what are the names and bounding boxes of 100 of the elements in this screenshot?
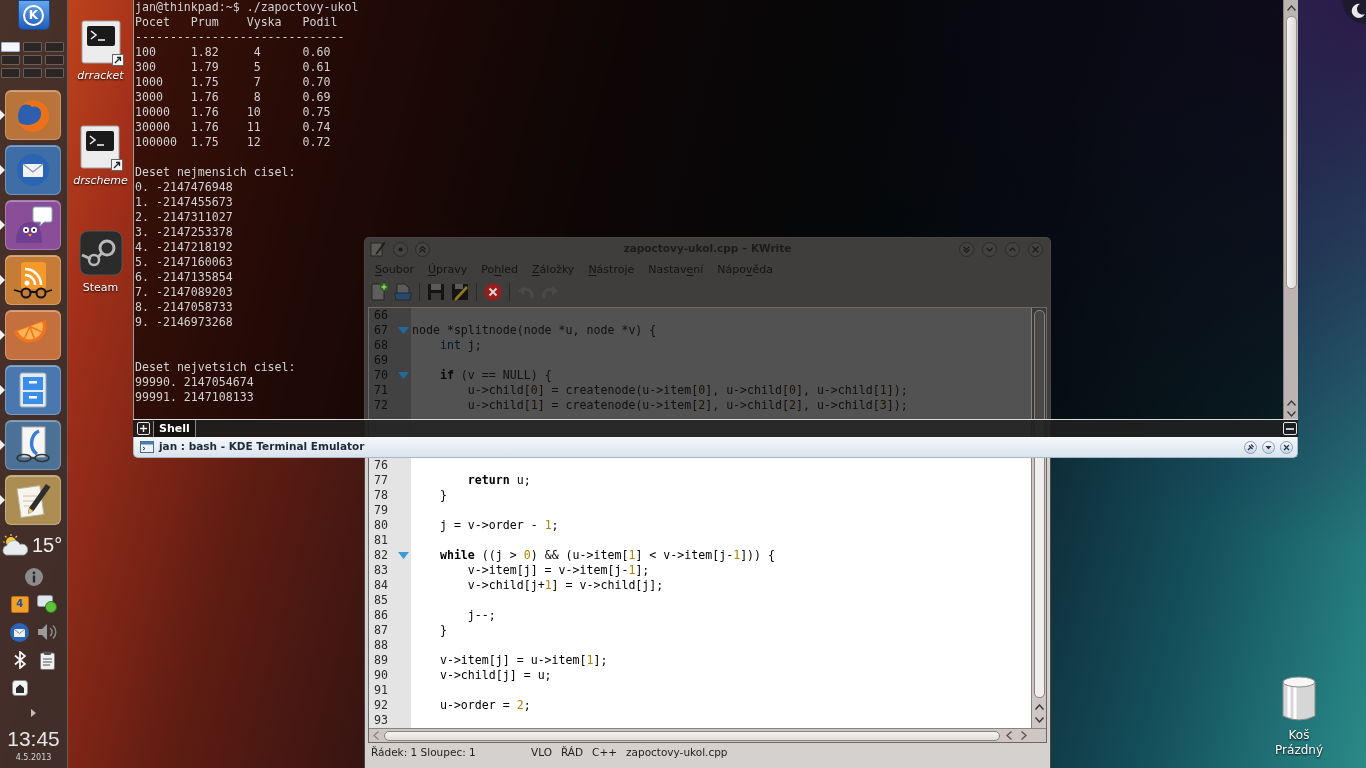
terminal-output-line: 3000 1.76 8 0.69 xyxy=(135,90,331,105)
cloud-sun-icon xyxy=(2,534,29,556)
line-number: 81 xyxy=(374,533,388,548)
fold-triangle-icon[interactable] xyxy=(398,552,409,559)
terminal-tab[interactable]: Shell xyxy=(154,420,196,437)
virtual-desktop[interactable] xyxy=(1,68,20,78)
trash-label: Koš xyxy=(1288,728,1310,743)
new-document-icon xyxy=(370,283,388,301)
line-number: 86 xyxy=(374,608,388,623)
code-line: while ((j > 0) && (u->item[1] < v->item[j-1])) { xyxy=(438,548,776,563)
info-icon[interactable] xyxy=(24,568,43,586)
chat-bubble-icon[interactable] xyxy=(37,595,58,613)
virtual-desktop[interactable] xyxy=(23,55,42,65)
terminal-output-line: 4. -2147218192 xyxy=(135,240,233,255)
mail-icon[interactable] xyxy=(10,622,30,642)
line-number: 77 xyxy=(374,473,388,488)
terminal-output-line: ------------------------------ xyxy=(135,30,345,45)
options-button[interactable] xyxy=(1262,440,1275,454)
code-line: u->child[1] = createnode(u->item[2], u->child[2], u->child[3]); xyxy=(466,398,908,413)
status-label: Řádek: 1 Sloupec: 1 xyxy=(371,744,477,760)
line-number: 82 xyxy=(374,548,388,563)
dot-icon xyxy=(397,245,404,253)
line-number: 78 xyxy=(374,488,388,503)
scrollbar-thumb[interactable] xyxy=(1285,16,1297,289)
terminal-output-line: 99990. 2147054674 xyxy=(135,375,254,390)
terminal-output-line: 10000 1.76 10 0.75 xyxy=(135,105,331,120)
bird-speech-bubble-icon xyxy=(13,205,53,245)
line-number: 89 xyxy=(374,653,388,668)
new-tab-button[interactable] xyxy=(137,422,150,435)
code-line: if (v == NULL) { xyxy=(438,368,552,383)
virtual-desktop[interactable] xyxy=(45,55,64,65)
status-label: C++ xyxy=(592,744,617,760)
virtual-desktop[interactable] xyxy=(23,68,42,78)
desktop-icon-label: drscheme xyxy=(73,174,128,187)
line-number: 85 xyxy=(374,593,388,608)
terminal-output-line: 100000 1.75 12 0.72 xyxy=(135,135,331,150)
code-line: v->item[j] = u->item[1]; xyxy=(438,653,608,668)
chevron-up-icon xyxy=(1009,245,1016,253)
expand-arrow-icon[interactable] xyxy=(31,709,36,717)
keep-open-button[interactable] xyxy=(1244,440,1257,454)
triangle-down-icon xyxy=(1265,443,1272,451)
document-glasses-icon xyxy=(13,425,53,465)
close-icon xyxy=(1283,443,1290,451)
close-button[interactable] xyxy=(1280,440,1293,454)
terminal-output-line: 2. -2147311027 xyxy=(135,210,233,225)
bluetooth-icon[interactable] xyxy=(13,651,26,669)
line-number: 79 xyxy=(374,503,388,518)
launcher-button[interactable] xyxy=(5,255,61,305)
desktop-icon-label: Steam xyxy=(82,281,119,294)
terminal-output-line: 7. -2147089203 xyxy=(135,285,233,300)
chevron-down-icon xyxy=(986,245,993,253)
circle-rod-logo-icon[interactable] xyxy=(78,230,123,276)
close-tab-button[interactable] xyxy=(1283,422,1297,435)
terminal-output-line: 100 1.82 4 0.60 xyxy=(135,45,331,60)
crescent-icon[interactable] xyxy=(1340,0,1366,24)
line-number: 76 xyxy=(374,458,388,473)
notepad-icon[interactable] xyxy=(370,241,386,257)
weather-temperature: 15° xyxy=(32,535,63,555)
speaker-icon[interactable] xyxy=(37,624,57,640)
code-line: return u; xyxy=(466,473,531,488)
terminal-output-line: Deset nejvetsich cisel: xyxy=(135,360,296,375)
terminal-output-line: 8. -2147058733 xyxy=(135,300,233,315)
launcher-button[interactable] xyxy=(5,475,61,525)
virtual-desktop[interactable] xyxy=(1,55,20,65)
trash-status: Prázdný xyxy=(1275,743,1323,758)
code-line: j--; xyxy=(466,608,496,623)
line-number: 83 xyxy=(374,563,388,578)
launcher-button[interactable] xyxy=(5,200,61,250)
launcher-button[interactable] xyxy=(5,420,61,470)
calendar-tray-button[interactable]: 4 xyxy=(10,595,29,613)
status-label: ŘÁD xyxy=(560,744,584,760)
terminal-output-line: 300 1.79 5 0.61 xyxy=(135,60,331,75)
line-number: 92 xyxy=(374,698,388,713)
code-line: v->child[j+1] = v->child[j]; xyxy=(466,578,664,593)
open-document-icon xyxy=(394,283,412,301)
code-line: } xyxy=(438,488,447,503)
clock-time: 13:45 xyxy=(7,727,60,751)
terminal-output-line: 0. -2147476948 xyxy=(135,180,233,195)
terminal-output-line: 99991. 2147108133 xyxy=(135,390,254,405)
status-label: VLO xyxy=(531,744,552,760)
trash-bin-icon[interactable] xyxy=(1281,676,1318,722)
code-line: u->child[0] = createnode(u->item[0], u->child[0], u->child[1]); xyxy=(466,383,908,398)
virtual-desktop[interactable] xyxy=(45,68,64,78)
terminal-icon[interactable] xyxy=(80,20,121,64)
application-launcher-button[interactable]: K xyxy=(17,0,50,30)
code-line: u->order = 2; xyxy=(438,698,531,713)
virtual-desktop[interactable] xyxy=(23,42,42,52)
terminal-output-line: Pocet Prum Vyska Podil xyxy=(135,15,338,30)
house-icon[interactable] xyxy=(11,680,28,696)
scrollbar-thumb[interactable] xyxy=(384,730,1000,741)
code-line: j = v->order - 1; xyxy=(438,518,559,533)
code-line: } xyxy=(438,623,447,638)
terminal-output-line: 1. -2147455673 xyxy=(135,195,233,210)
terminal-icon[interactable] xyxy=(80,125,121,169)
clipboard-icon[interactable] xyxy=(39,650,55,670)
code-line: node *splitnode(node *u, node *v) { xyxy=(412,323,657,338)
pin-icon xyxy=(1247,443,1254,451)
double-chevron-up-icon xyxy=(419,245,426,253)
virtual-desktop[interactable] xyxy=(45,42,64,52)
command-prompt-line: jan@thinkpad:~$ ./zapoctovy-ukol xyxy=(135,0,359,15)
